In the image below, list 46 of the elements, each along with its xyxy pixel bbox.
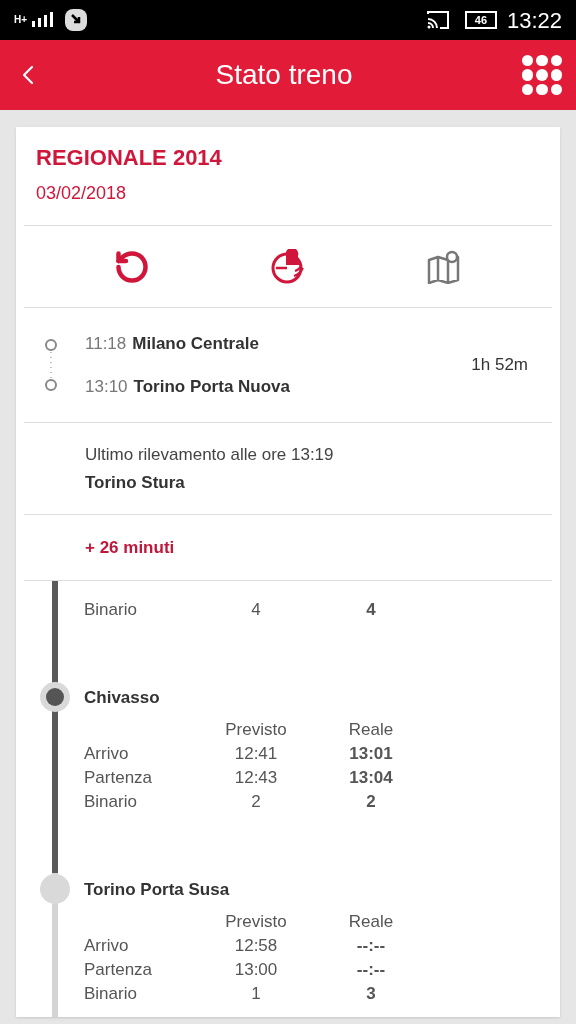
planned-value: 4	[250, 599, 262, 621]
planned-value: 12:41	[233, 743, 279, 765]
arrival-time: 13:10	[85, 376, 128, 398]
column-header: Previsto	[224, 719, 288, 741]
last-seen-station: Torino Stura	[85, 472, 186, 494]
signal-icon	[30, 11, 56, 29]
planned-value: 12:43	[233, 767, 279, 789]
planned-value: 1	[250, 983, 262, 1005]
train-date: 03/02/2018	[36, 182, 128, 205]
row-label: Partenza	[84, 767, 154, 789]
actual-value: --:--	[355, 959, 387, 981]
planned-value: 12:58	[233, 935, 279, 957]
actual-value: --:--	[355, 935, 387, 957]
page-title: Stato treno	[214, 58, 354, 92]
row-label: Binario	[84, 983, 138, 1005]
stop-name: Torino Porta Susa	[84, 879, 231, 901]
row-label: Arrivo	[84, 743, 130, 765]
column-header: Reale	[347, 911, 395, 933]
actual-value: 3	[365, 983, 377, 1005]
actual-value: 2	[365, 791, 377, 813]
departure-time: 11:18	[85, 332, 127, 355]
actual-value: 13:01	[348, 743, 394, 765]
battery-icon: 46	[464, 11, 497, 29]
row-label: Binario	[84, 791, 138, 813]
actual-value: 4	[365, 599, 377, 621]
arrival-station: Torino Porta Nuova	[133, 376, 291, 398]
column-header: Previsto	[224, 911, 288, 933]
trip-duration: 1h 52m	[471, 354, 528, 377]
delay-text: + 26 minuti	[85, 536, 175, 559]
departure-station: Milano Centrale	[132, 332, 259, 355]
column-header: Reale	[347, 719, 395, 741]
cast-icon	[424, 9, 451, 31]
app-notification-icon	[64, 8, 88, 32]
stop-name: Chivasso	[84, 687, 161, 709]
row-label: Partenza	[84, 959, 154, 981]
actual-value: 13:04	[348, 767, 394, 789]
clock: 13:22	[506, 6, 562, 35]
row-label: Binario	[84, 599, 138, 621]
planned-value: 13:00	[233, 959, 279, 981]
last-seen-text: Ultimo rilevamento alle ore 13:19	[85, 443, 335, 466]
route-dots-icon	[44, 339, 58, 391]
network-type: H+	[14, 15, 28, 25]
planned-value: 2	[250, 791, 262, 813]
row-label: Arrivo	[84, 935, 130, 957]
train-name: REGIONALE 2014	[36, 144, 223, 172]
app-grid-icon[interactable]	[520, 53, 564, 97]
